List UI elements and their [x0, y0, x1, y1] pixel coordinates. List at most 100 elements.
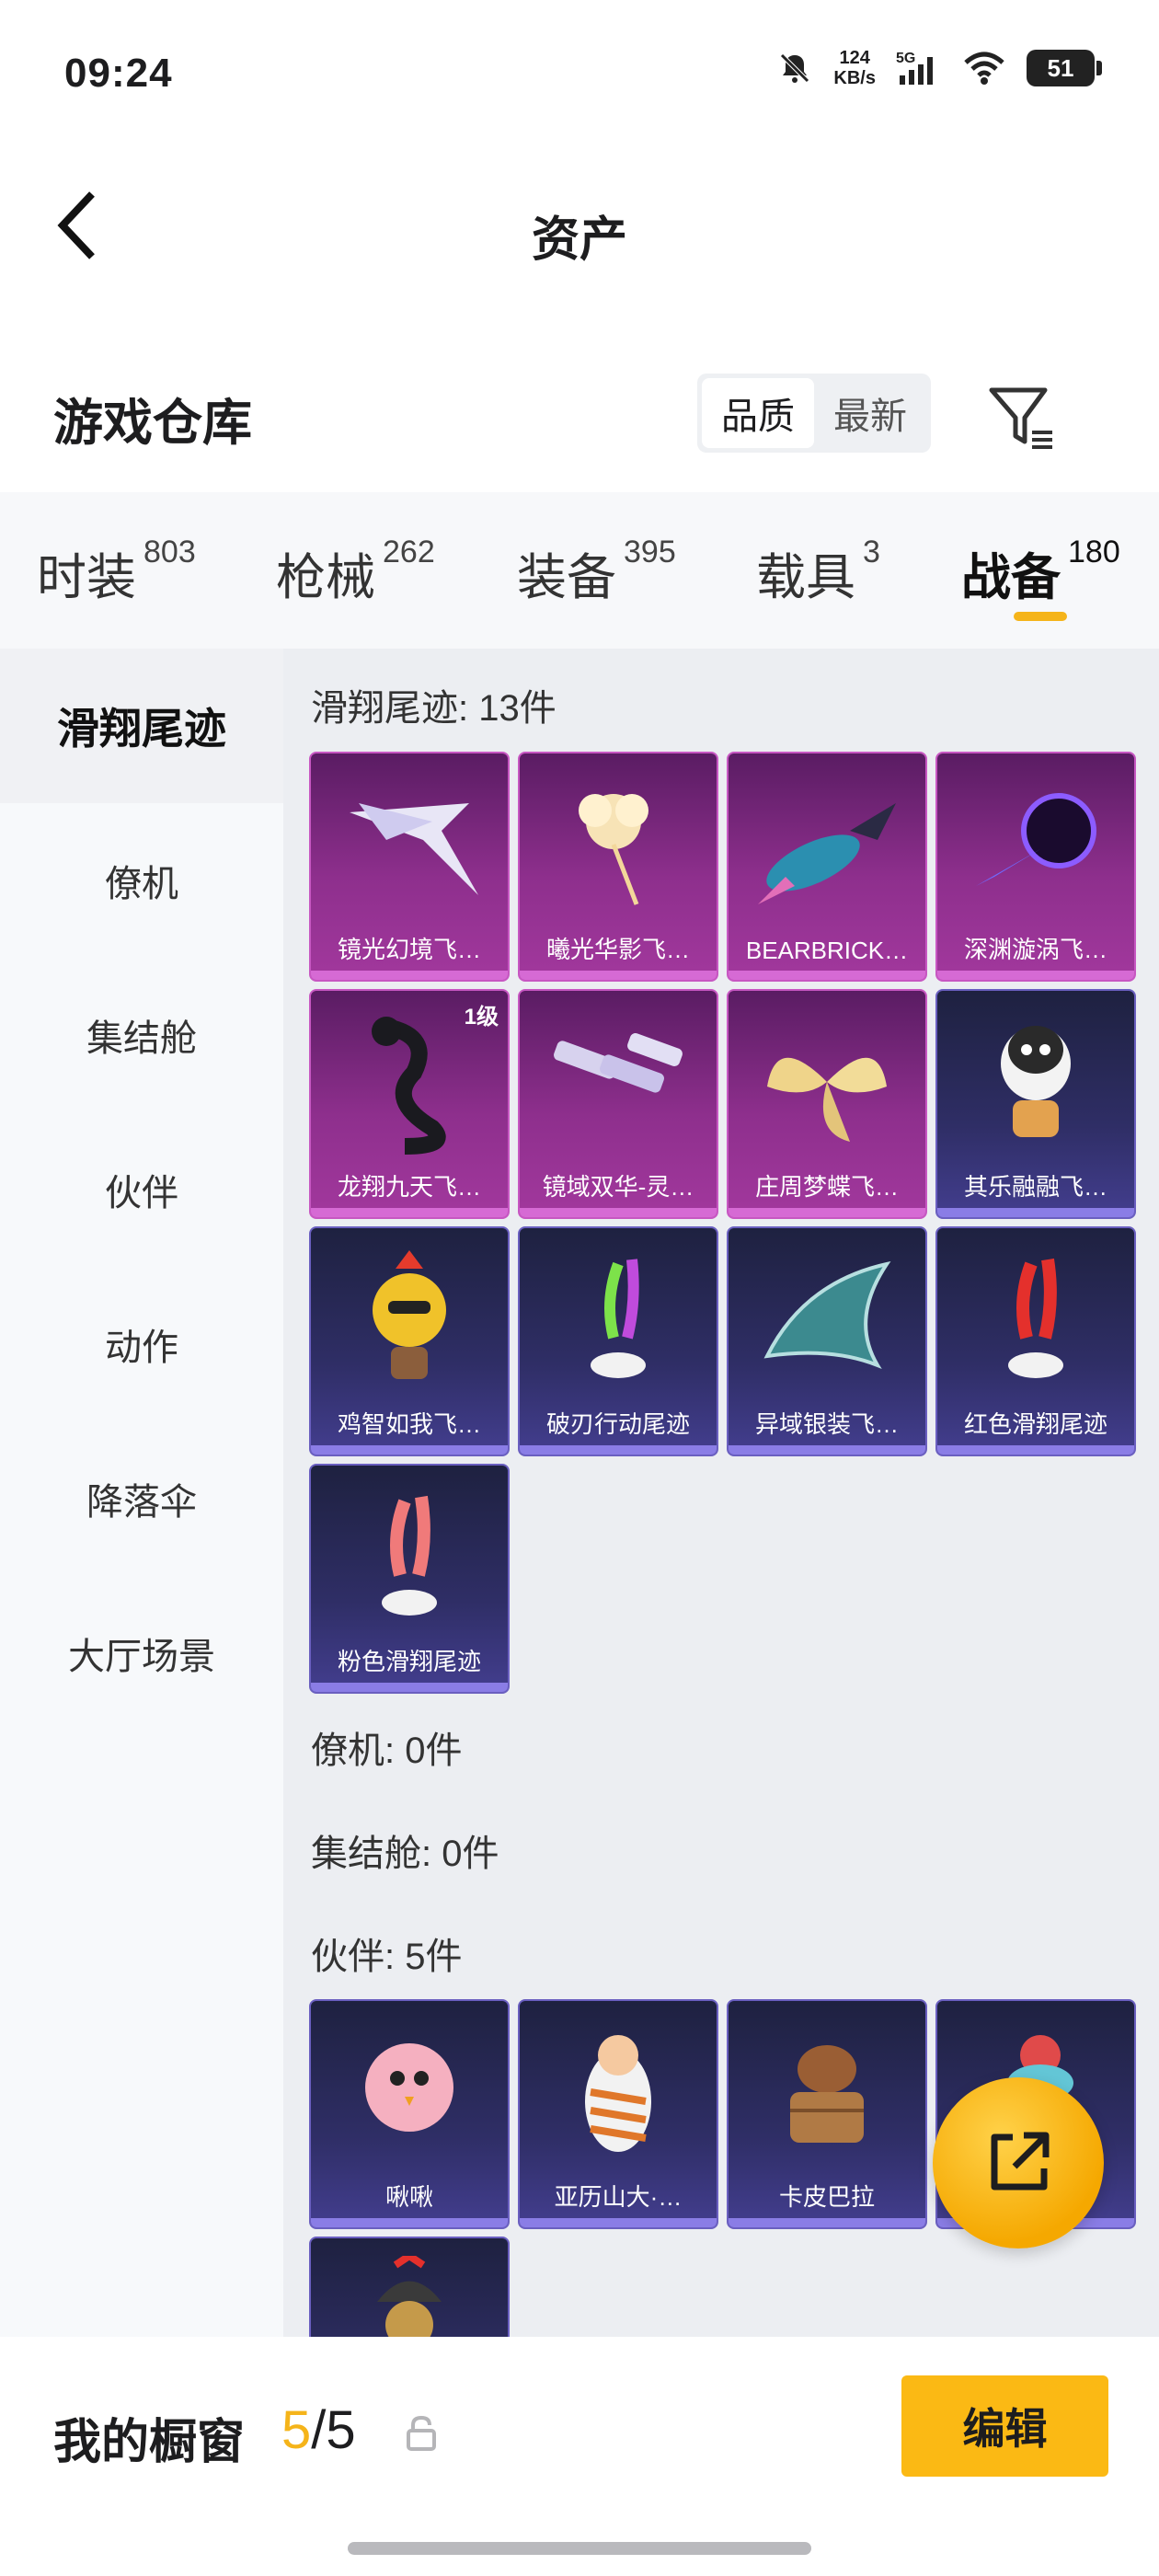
network-type: 5G: [896, 51, 915, 66]
item-card[interactable]: 庄周梦蝶飞…: [727, 989, 927, 1219]
item-card[interactable]: 镜光幻境飞…: [309, 752, 510, 982]
warehouse-header: 游戏仓库 品质 最新: [0, 294, 1159, 492]
sidebar-item-emote[interactable]: 动作: [0, 1267, 283, 1421]
sidebar-item-wingman[interactable]: 僚机: [0, 803, 283, 958]
filter-icon: [989, 387, 1052, 449]
tab-fashion[interactable]: 时装 803: [37, 535, 196, 609]
edit-button[interactable]: 编辑: [901, 2375, 1108, 2477]
tab-equipment[interactable]: 装备 395: [517, 535, 676, 609]
item-card[interactable]: [309, 2237, 510, 2337]
rainbow-trail-icon: [520, 1241, 717, 1397]
shard-wings-icon: [311, 766, 508, 923]
showcase-footer: 我的橱窗 5/5 编辑: [0, 2337, 1159, 2576]
lock-icon: [407, 2415, 436, 2451]
helmet-creature-icon: [311, 2251, 508, 2337]
red-trail-icon: [937, 1241, 1134, 1397]
category-tabs: 时装 803 枪械 262 装备 395 载具 3 战备 180: [0, 492, 1159, 649]
item-card[interactable]: 曦光华影飞…: [518, 752, 718, 982]
item-card[interactable]: 镜域双华-灵…: [518, 989, 718, 1219]
item-card[interactable]: 红色滑翔尾迹: [935, 1226, 1136, 1456]
item-card[interactable]: 其乐融融飞…: [935, 989, 1136, 1219]
item-name: 破刃行动尾迹: [545, 1410, 690, 1438]
item-name: 庄周梦蝶飞…: [754, 1173, 899, 1201]
item-card[interactable]: BEARBRICK…: [727, 752, 927, 982]
rarity-bar: [520, 1208, 717, 1217]
vortex-icon: [937, 766, 1134, 923]
item-name: 曦光华影飞…: [545, 936, 690, 963]
section-label-glide-trail: 滑翔尾迹: 13件: [311, 688, 557, 729]
tab-count: 262: [383, 535, 435, 569]
item-name: 深渊漩涡飞…: [963, 936, 1107, 963]
item-card[interactable]: 1级 龙翔九天飞…: [309, 989, 510, 1219]
sidebar: 滑翔尾迹 僚机 集结舱 伙伴 动作 降落伞 大厅场景: [0, 649, 283, 2337]
crystal-shards-icon: [520, 1004, 717, 1160]
item-name: 红色滑翔尾迹: [963, 1410, 1107, 1438]
capybara-icon: [729, 2014, 925, 2170]
item-name: 镜光幻境飞…: [337, 936, 481, 963]
item-name: 龙翔九天飞…: [337, 1173, 481, 1201]
share-external-icon: [991, 2132, 1050, 2191]
sidebar-item-assembly-pod[interactable]: 集结舱: [0, 958, 283, 1112]
penguin-icon: [937, 1004, 1134, 1160]
item-card[interactable]: 异域银装飞…: [727, 1226, 927, 1456]
net-speed-value: 124: [839, 48, 870, 68]
filter-button[interactable]: [984, 381, 1058, 454]
sidebar-item-lobby-scene[interactable]: 大厅场景: [0, 1576, 283, 1731]
showcase-current: 5: [281, 2400, 312, 2460]
item-card[interactable]: 鸡智如我飞…: [309, 1226, 510, 1456]
item-name: 卡皮巴拉: [778, 2183, 875, 2211]
title-bar: 资产: [0, 156, 1159, 294]
rarity-bar: [311, 1445, 508, 1455]
warehouse-title: 游戏仓库: [53, 396, 252, 451]
status-time: 09:24: [64, 51, 173, 96]
status-icons: 124 KB/s 5G 51: [776, 48, 1102, 88]
sort-quality-button[interactable]: 品质: [702, 378, 814, 448]
item-name: 亚历山大·…: [554, 2183, 683, 2211]
showcase-label: 我的橱窗: [53, 2416, 246, 2469]
item-card[interactable]: 深渊漩涡飞…: [935, 752, 1136, 982]
tab-label: 载具: [756, 550, 855, 605]
tab-label: 战备: [961, 550, 1061, 605]
tab-count: 803: [143, 535, 196, 569]
rarity-bar: [520, 971, 717, 980]
item-card[interactable]: 啾啾: [309, 1999, 510, 2229]
rarity-bar: [729, 2218, 925, 2227]
item-name: 粉色滑翔尾迹: [337, 1648, 481, 1675]
rarity-bar: [311, 2218, 508, 2227]
rarity-bar: [729, 1445, 925, 1455]
item-card[interactable]: 破刃行动尾迹: [518, 1226, 718, 1456]
home-indicator[interactable]: [348, 2542, 811, 2555]
tab-label: 枪械: [276, 550, 375, 605]
item-name: 鸡智如我飞…: [337, 1410, 481, 1438]
rarity-bar: [311, 1208, 508, 1217]
rarity-bar: [729, 971, 925, 980]
tab-firearms[interactable]: 枪械 262: [276, 535, 435, 609]
sidebar-item-parachute[interactable]: 降落伞: [0, 1421, 283, 1576]
sort-toggle: 品质 最新: [697, 374, 931, 453]
tab-count: 395: [624, 535, 676, 569]
chicken-icon: [311, 1241, 508, 1397]
tab-vehicles[interactable]: 载具 3: [756, 535, 880, 609]
active-tab-indicator: [1014, 612, 1067, 621]
item-card[interactable]: 粉色滑翔尾迹: [309, 1464, 510, 1694]
jet-icon: [729, 766, 925, 923]
sort-newest-button[interactable]: 最新: [814, 378, 926, 448]
flower-icon: [520, 766, 717, 923]
page-title: 资产: [531, 213, 627, 267]
showcase-count: 5/5: [281, 2399, 356, 2461]
dragon-icon: [311, 1004, 508, 1160]
item-card[interactable]: 卡皮巴拉: [727, 1999, 927, 2229]
item-card[interactable]: 亚历山大·…: [518, 1999, 718, 2229]
cellular-signal-icon: 5G: [896, 51, 933, 85]
sidebar-item-glide-trail[interactable]: 滑翔尾迹: [0, 649, 283, 803]
item-name: 镜域双华-灵…: [542, 1173, 694, 1201]
tab-count: 3: [863, 535, 880, 569]
rarity-bar: [937, 1208, 1134, 1217]
pink-trail-icon: [311, 1478, 508, 1635]
tab-battle-prep[interactable]: 战备 180: [961, 535, 1120, 609]
rarity-bar: [520, 2218, 717, 2227]
share-button[interactable]: [933, 2077, 1104, 2248]
tiger-costume-icon: [520, 2014, 717, 2170]
sidebar-item-companion[interactable]: 伙伴: [0, 1112, 283, 1267]
net-speed-unit: KB/s: [833, 68, 876, 88]
